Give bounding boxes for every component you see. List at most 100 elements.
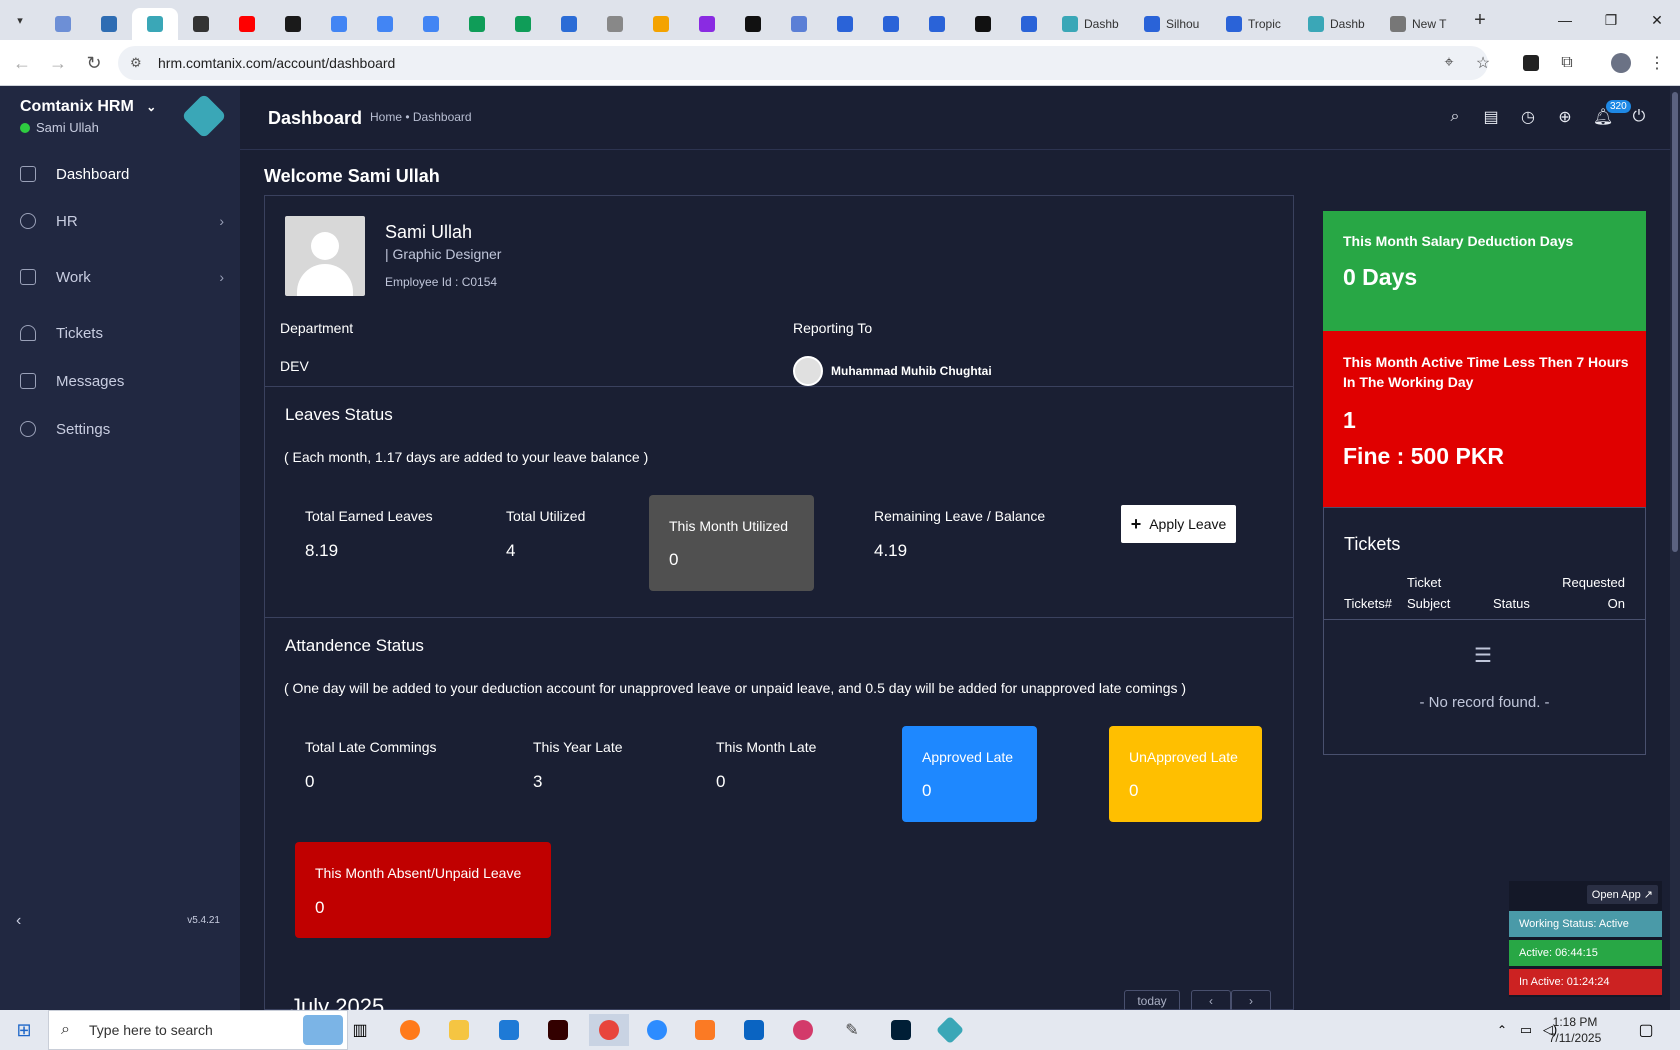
calendar-prev-button[interactable]: ‹	[1191, 990, 1231, 1010]
sidebar-item-label: Dashboard	[56, 165, 130, 183]
remaining-value: 4.19	[874, 541, 908, 560]
browser-tab[interactable]	[592, 8, 638, 40]
clock-date: 7/11/2025	[1548, 1031, 1602, 1045]
start-button[interactable]: ⊞	[8, 1014, 40, 1046]
sidebar-item-work[interactable]: Work ›	[0, 255, 240, 299]
browser-tab[interactable]	[822, 8, 868, 40]
calendar-next-button[interactable]: ›	[1231, 990, 1271, 1010]
browser-tab[interactable]: Dashb	[1298, 8, 1380, 40]
calendar-month-title: July 2025	[290, 994, 385, 1010]
url-field[interactable]: ⚙ hrm.comtanix.com/account/dashboard	[118, 46, 1488, 80]
browser-tab[interactable]	[454, 8, 500, 40]
task-view-button[interactable]: ▥	[344, 1014, 376, 1046]
page-title: Dashboard	[268, 108, 363, 128]
minimize-button[interactable]: —	[1542, 0, 1588, 40]
restore-button[interactable]: ❐	[1588, 0, 1634, 40]
browser-tab[interactable]	[730, 8, 776, 40]
browser-tab[interactable]	[868, 8, 914, 40]
search-icon[interactable]: ⌕	[1444, 106, 1466, 128]
clock-time: 1:18 PM	[1552, 1015, 1598, 1029]
browser-tab[interactable]	[270, 8, 316, 40]
browser-tab[interactable]	[408, 8, 454, 40]
browser-tab[interactable]: New T	[1380, 8, 1462, 40]
salary-deduction-label: This Month Salary Deduction Days	[1343, 233, 1574, 249]
browser-tab[interactable]	[914, 8, 960, 40]
reload-button[interactable]: ↻	[77, 46, 111, 80]
reporting-to-value[interactable]: Muhammad Muhib Chughtai	[831, 364, 992, 378]
month-late-value: 0	[716, 772, 726, 791]
outlook-app-icon[interactable]	[738, 1014, 770, 1046]
tab-search-button[interactable]: ▾	[0, 4, 40, 36]
extension-f-icon[interactable]	[1514, 46, 1548, 80]
new-tab-button[interactable]: +	[1462, 4, 1498, 36]
photoshop-app-icon[interactable]	[885, 1014, 917, 1046]
sidebar-item-dashboard[interactable]: Dashboard	[0, 152, 240, 196]
collapse-sidebar-button[interactable]: ‹	[16, 912, 21, 930]
xampp-app-icon[interactable]	[689, 1014, 721, 1046]
browser-menu-icon[interactable]: ⋮	[1640, 46, 1674, 80]
tickets-col-subject-top: Ticket	[1407, 575, 1442, 590]
browser-tab[interactable]	[776, 8, 822, 40]
year-late-value: 3	[533, 772, 543, 791]
apply-leave-button[interactable]: + Apply Leave	[1121, 505, 1236, 543]
taskbar-search-input[interactable]: ⌕ Type here to search	[48, 1010, 348, 1050]
browser-tab[interactable]: Tropic	[1216, 8, 1298, 40]
browser-tab[interactable]	[362, 8, 408, 40]
open-app-button[interactable]: Open App ↗	[1586, 885, 1658, 904]
calendar-today-button[interactable]: today	[1124, 990, 1180, 1010]
browser-tab[interactable]	[546, 8, 592, 40]
total-late-label: Total Late Commings	[305, 739, 437, 755]
illustrator-app-icon[interactable]	[542, 1014, 574, 1046]
browser-tab[interactable]: Dashb	[1052, 8, 1134, 40]
notes-icon[interactable]: ▤	[1480, 106, 1502, 128]
extensions-puzzle-icon[interactable]: ⧉	[1550, 46, 1584, 80]
salary-deduction-card: This Month Salary Deduction Days 0 Days	[1323, 211, 1646, 331]
profile-avatar[interactable]	[1604, 46, 1638, 80]
browser-tab[interactable]	[500, 8, 546, 40]
browser-tab[interactable]	[1006, 8, 1052, 40]
close-window-button[interactable]: ✕	[1634, 0, 1680, 40]
file-explorer-app-icon[interactable]	[443, 1014, 475, 1046]
vscode-app-icon[interactable]	[493, 1014, 525, 1046]
pen-tool-app-icon[interactable]: ✎	[836, 1014, 868, 1046]
forward-button[interactable]: →	[41, 46, 75, 80]
creative-cloud-app-icon[interactable]	[787, 1014, 819, 1046]
page-scrollbar-thumb[interactable]	[1672, 92, 1678, 552]
clock-icon[interactable]: ◷	[1517, 106, 1539, 128]
browser-tab[interactable]: Silhou	[1134, 8, 1216, 40]
app-version: v5.4.21	[187, 915, 220, 926]
sidebar-item-tickets[interactable]: Tickets	[0, 311, 240, 355]
favicon-icon	[1062, 16, 1078, 32]
browser-tab[interactable]	[86, 8, 132, 40]
users-icon	[20, 213, 36, 229]
taskbar-clock[interactable]: 1:18 PM 7/11/2025	[1540, 1014, 1610, 1046]
sidebar-item-messages[interactable]: Messages	[0, 359, 240, 403]
favicon-icon	[101, 16, 117, 32]
add-circle-icon[interactable]: ⊕	[1554, 106, 1576, 128]
chrome-app-icon[interactable]	[589, 1014, 629, 1046]
power-icon[interactable]: ⏻	[1628, 106, 1650, 128]
browser-tab[interactable]	[178, 8, 224, 40]
bookmark-star-icon[interactable]: ☆	[1466, 46, 1500, 80]
browser-tab[interactable]	[960, 8, 1006, 40]
breadcrumb[interactable]: Home • Dashboard	[370, 110, 472, 124]
browser-tab[interactable]	[132, 8, 178, 40]
firefox-app-icon[interactable]	[394, 1014, 426, 1046]
location-icon[interactable]: ⌖	[1432, 46, 1466, 80]
avatar-body	[297, 264, 353, 296]
sidebar-item-hr[interactable]: HR ›	[0, 199, 240, 243]
site-info-icon[interactable]: ⚙	[130, 55, 142, 71]
back-button[interactable]: ←	[5, 46, 39, 80]
browser-tab[interactable]	[40, 8, 86, 40]
notification-center-icon[interactable]: ▢	[1630, 1014, 1662, 1046]
sidebar-item-settings[interactable]: Settings	[0, 407, 240, 451]
brand-selector[interactable]: Comtanix HRM ⌄	[20, 98, 156, 116]
active-time-fine-card: This Month Active Time Less Then 7 Hours…	[1323, 331, 1646, 507]
browser-tab[interactable]	[684, 8, 730, 40]
browser-tab[interactable]	[316, 8, 362, 40]
notification-badge: 320	[1606, 100, 1631, 113]
zoom-app-icon[interactable]	[641, 1014, 673, 1046]
hrm-app-icon[interactable]	[934, 1014, 966, 1046]
browser-tab[interactable]	[224, 8, 270, 40]
browser-tab[interactable]	[638, 8, 684, 40]
